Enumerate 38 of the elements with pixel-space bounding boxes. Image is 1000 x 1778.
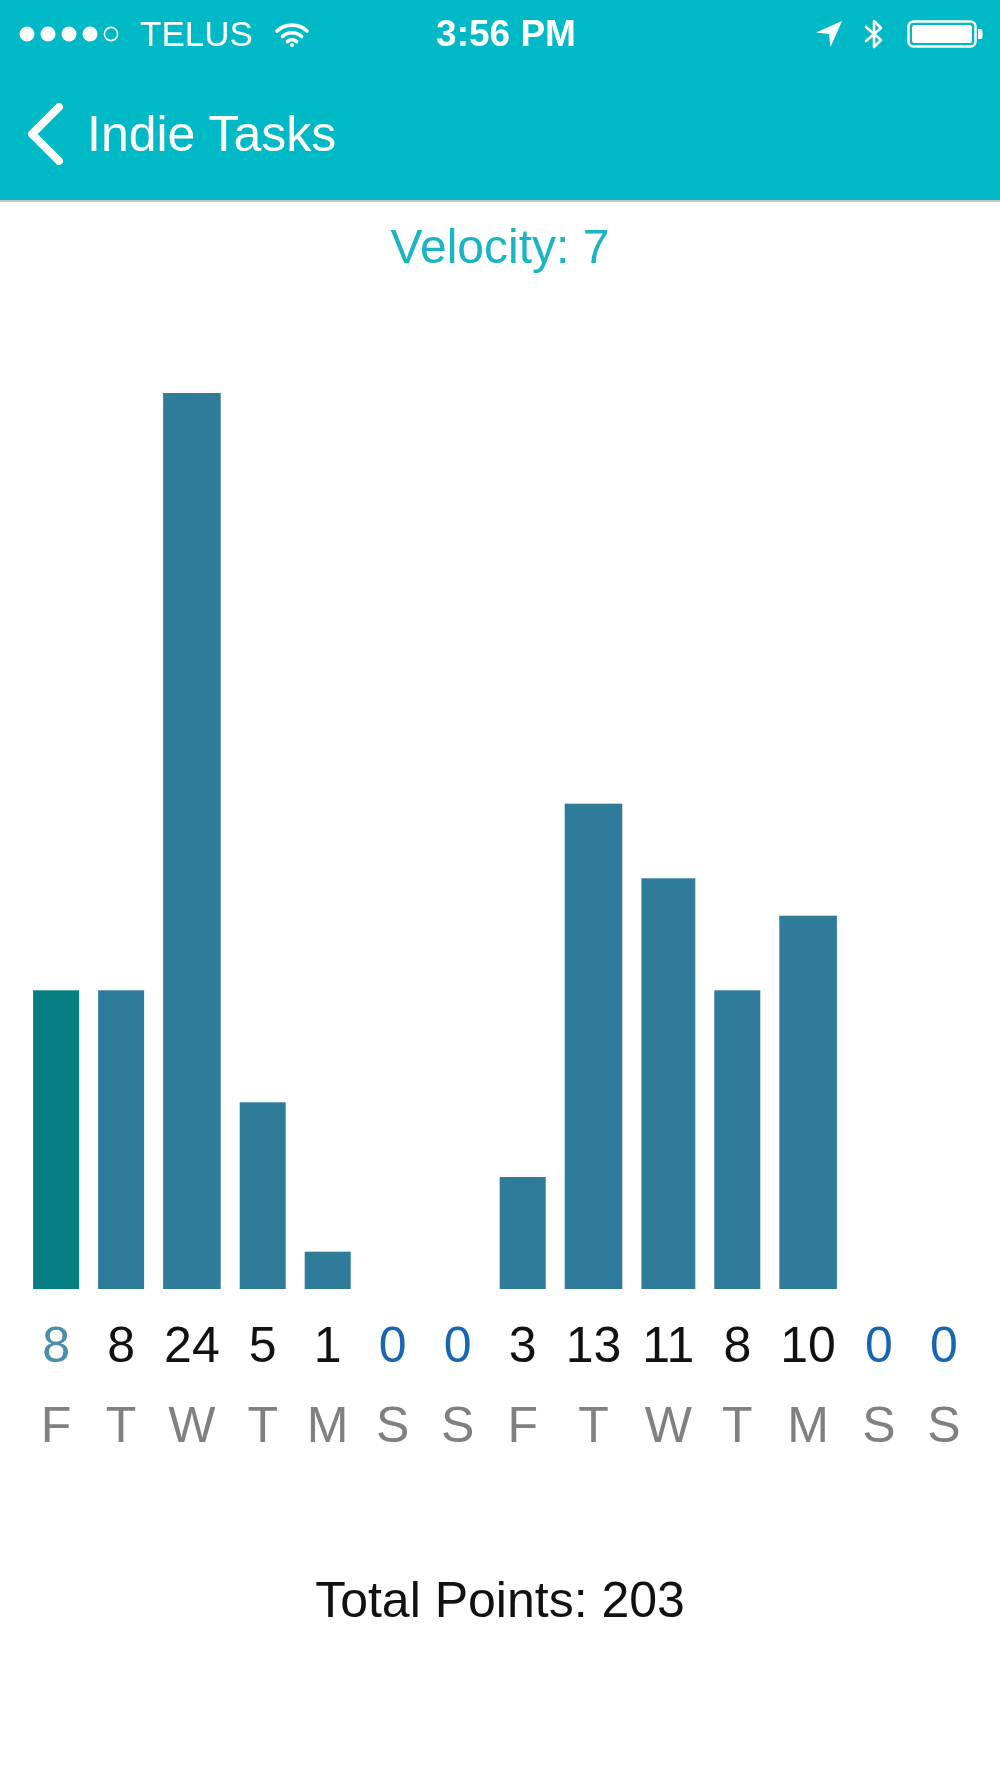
bar-value-label: 3	[508, 1317, 537, 1373]
day-label: W	[168, 1397, 216, 1453]
day-label: S	[376, 1397, 410, 1453]
bar-value-label: 0	[443, 1317, 472, 1373]
bar-value-label: 13	[565, 1317, 622, 1373]
wifi-icon	[274, 21, 309, 47]
day-label: M	[787, 1397, 829, 1453]
bluetooth-icon	[863, 18, 885, 50]
day-label: W	[644, 1397, 692, 1453]
bar-value-label: 1	[313, 1317, 342, 1373]
status-time: 3:56 PM	[436, 13, 576, 55]
bar-value-label: 0	[378, 1317, 407, 1373]
bar-value-label: 10	[780, 1317, 836, 1373]
bar-value-label: 0	[865, 1317, 893, 1373]
total-points: Total Points: 203	[315, 1571, 685, 1630]
day-label: T	[722, 1397, 753, 1453]
bar-value-label: 0	[930, 1317, 958, 1373]
chevron-left-icon	[25, 103, 65, 165]
bar-value-label: 24	[164, 1317, 220, 1373]
battery-icon	[907, 20, 983, 48]
day-label: S	[441, 1397, 475, 1453]
bar-value-label: 8	[42, 1317, 70, 1373]
day-label: T	[105, 1397, 137, 1453]
day-label: F	[40, 1397, 72, 1453]
location-arrow-icon	[815, 20, 843, 48]
day-label: M	[306, 1397, 349, 1453]
bar-value-label: 8	[107, 1317, 135, 1373]
carrier-name: TELUS	[140, 14, 253, 54]
day-label: S	[927, 1397, 961, 1453]
bar-value-label: 8	[723, 1317, 752, 1373]
day-label: F	[507, 1397, 538, 1453]
day-label: T	[578, 1397, 609, 1453]
velocity-title: Velocity: 7	[390, 219, 610, 275]
day-label: T	[247, 1397, 278, 1453]
back-button[interactable]: Indie Tasks	[25, 102, 337, 166]
bar-value-label: 5	[248, 1317, 277, 1373]
bar-value-label: 11	[642, 1317, 695, 1373]
day-label: S	[862, 1397, 896, 1453]
